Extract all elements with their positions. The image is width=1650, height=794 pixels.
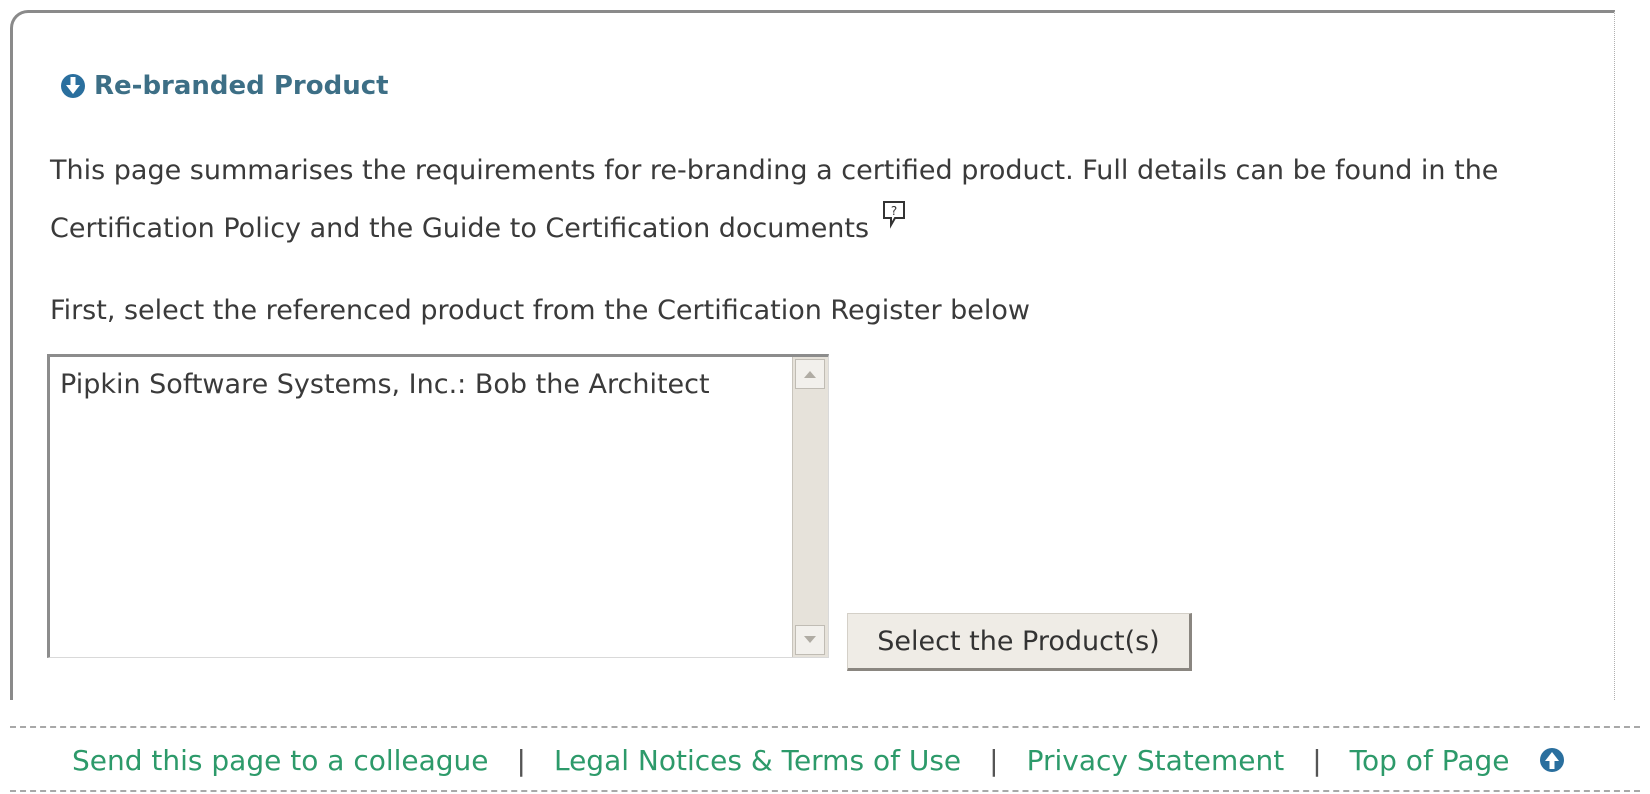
footer-separator: |: [1312, 743, 1322, 777]
footer-separator: |: [516, 743, 526, 777]
send-to-colleague-link[interactable]: Send this page to a colleague: [72, 744, 489, 777]
listbox-scrollbar[interactable]: [792, 357, 828, 657]
scroll-down-button[interactable]: [795, 625, 825, 655]
page-title: Re-branded Product: [94, 71, 389, 101]
footer-divider-top: [10, 726, 1640, 728]
select-product-button[interactable]: Select the Product(s): [847, 613, 1192, 671]
svg-text:?: ?: [891, 204, 897, 218]
triangle-down-icon: [804, 636, 816, 643]
privacy-statement-link[interactable]: Privacy Statement: [1027, 744, 1285, 777]
legal-notices-link[interactable]: Legal Notices & Terms of Use: [554, 744, 961, 777]
intro-text: This page summarises the requirements fo…: [50, 155, 1499, 244]
panel-title: Re-branded Product: [60, 71, 389, 101]
scroll-up-button[interactable]: [795, 359, 825, 389]
triangle-up-icon: [804, 371, 816, 378]
up-arrow-circle-icon[interactable]: [1539, 747, 1565, 773]
footer-links: Send this page to a colleague | Legal No…: [72, 740, 1565, 780]
footer-separator: |: [989, 743, 999, 777]
down-arrow-circle-icon: [61, 74, 85, 98]
intro-paragraph: This page summarises the requirements fo…: [50, 142, 1550, 258]
list-item[interactable]: Pipkin Software Systems, Inc.: Bob the A…: [60, 369, 710, 400]
help-balloon-icon[interactable]: ?: [881, 200, 907, 230]
product-listbox[interactable]: Pipkin Software Systems, Inc.: Bob the A…: [47, 354, 829, 658]
top-of-page-link[interactable]: Top of Page: [1350, 744, 1510, 777]
instruction-text: First, select the referenced product fro…: [50, 295, 1031, 326]
footer-divider-bottom: [10, 790, 1640, 792]
